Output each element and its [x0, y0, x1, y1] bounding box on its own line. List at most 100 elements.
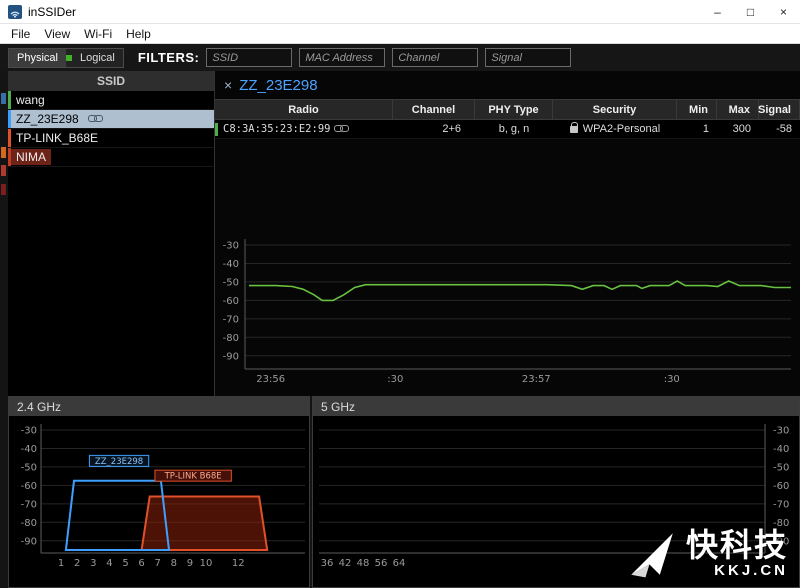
ssid-list-item[interactable]: wang: [8, 91, 214, 110]
ssid-column-header[interactable]: SSID: [8, 71, 214, 91]
svg-text:12: 12: [232, 558, 245, 569]
ssid-list-item[interactable]: NIMA: [8, 148, 214, 167]
edge-mark: [1, 93, 6, 104]
column-header-phy-type[interactable]: PHY Type: [475, 100, 553, 119]
svg-text:23:56: 23:56: [256, 374, 285, 385]
physical-logical-toggle: Physical Logical: [8, 48, 124, 68]
minimize-button[interactable]: –: [701, 0, 734, 23]
svg-text:-50: -50: [773, 462, 789, 473]
svg-text:10: 10: [200, 558, 213, 569]
ssid-list-item[interactable]: ZZ_23E298: [8, 110, 214, 129]
mac-address: C8:3A:35:23:E2:99: [223, 123, 330, 135]
edge-mark: [1, 165, 6, 176]
svg-text::30: :30: [387, 374, 403, 385]
column-header-signal[interactable]: Signal: [759, 100, 800, 119]
signal-time-graph: -30-40-50-60-70-80-9023:56:3023:57:30: [215, 233, 800, 388]
svg-text:48: 48: [357, 558, 370, 569]
menu-wifi[interactable]: Wi-Fi: [77, 27, 119, 41]
svg-text:8: 8: [171, 558, 177, 569]
menubar: FileViewWi-FiHelp: [0, 24, 800, 44]
channel-graph-24ghz: -30-40-50-60-70-80-901234567891012ZZ_23E…: [9, 416, 309, 587]
radio-row[interactable]: C8:3A:35:23:E2:99 2+6b, g, nWPA2-Personal…: [215, 120, 800, 139]
svg-text:-70: -70: [21, 499, 37, 510]
min-cell: 1: [677, 120, 717, 138]
svg-text:-40: -40: [223, 259, 239, 270]
detail-panel: × ZZ_23E298 RadioChannelPHY TypeSecurity…: [215, 71, 800, 396]
filter-input-signal[interactable]: [485, 48, 571, 67]
maximize-button[interactable]: □: [734, 0, 767, 23]
filter-input-mac-address[interactable]: [299, 48, 385, 67]
svg-text:4: 4: [106, 558, 112, 569]
link-icon: [88, 115, 102, 123]
panel-24ghz-header: 2.4 GHz: [9, 397, 309, 416]
svg-text:-50: -50: [21, 462, 37, 473]
radio-cell: C8:3A:35:23:E2:99: [215, 120, 393, 138]
ssid-label: ZZ_23E298: [11, 111, 84, 127]
watermark-cn: 快科技: [686, 529, 788, 563]
filters-label: FILTERS:: [138, 50, 200, 65]
ssid-label: wang: [11, 92, 50, 108]
svg-text:2: 2: [74, 558, 80, 569]
ssid-label: TP-LINK_B68E: [11, 130, 103, 146]
kkj-logo-icon: [626, 528, 678, 580]
svg-text:-80: -80: [21, 518, 37, 529]
filter-bar: Physical Logical FILTERS:: [0, 44, 800, 71]
svg-text:-80: -80: [223, 333, 239, 344]
phy-type-cell: b, g, n: [475, 120, 553, 138]
svg-text:-40: -40: [21, 444, 37, 455]
security-cell: WPA2-Personal: [553, 120, 677, 138]
svg-text:TP-LINK B68E: TP-LINK B68E: [164, 472, 222, 482]
column-header-channel[interactable]: Channel: [393, 100, 475, 119]
menu-help[interactable]: Help: [119, 27, 158, 41]
svg-text:-30: -30: [773, 426, 789, 437]
svg-text:-90: -90: [21, 536, 37, 547]
left-edge-strip: [0, 71, 8, 396]
edge-mark: [1, 147, 6, 158]
app-icon: [8, 5, 22, 19]
ssid-list: wang ZZ_23E298 TP-LINK_B68E NIMA: [8, 91, 214, 167]
tab-title: ZZ_23E298: [239, 77, 317, 94]
close-button[interactable]: ×: [767, 0, 800, 23]
channel-cell: 2+6: [393, 120, 475, 138]
svg-text:-70: -70: [773, 499, 789, 510]
svg-text:3: 3: [90, 558, 96, 569]
column-header-security[interactable]: Security: [553, 100, 677, 119]
svg-text:36: 36: [321, 558, 334, 569]
radio-table: RadioChannelPHY TypeSecurityMinMaxSignal…: [215, 99, 800, 139]
svg-text:-60: -60: [21, 481, 37, 492]
filter-input-ssid[interactable]: [206, 48, 292, 67]
window-controls: – □ ×: [701, 0, 800, 23]
svg-text:-40: -40: [773, 444, 789, 455]
svg-text:-50: -50: [223, 277, 239, 288]
column-header-radio[interactable]: Radio: [215, 100, 393, 119]
ssid-list-item[interactable]: TP-LINK_B68E: [8, 129, 214, 148]
svg-text:64: 64: [393, 558, 406, 569]
signal-cell: -58: [759, 120, 800, 138]
ssid-label: NIMA: [11, 149, 51, 165]
svg-text:7: 7: [155, 558, 161, 569]
svg-text:-90: -90: [223, 351, 239, 362]
svg-text:23:57: 23:57: [522, 374, 551, 385]
column-header-min[interactable]: Min: [677, 100, 717, 119]
svg-text:ZZ_23E298: ZZ_23E298: [95, 457, 143, 467]
titlebar: inSSIDer – □ ×: [0, 0, 800, 24]
detail-tab[interactable]: × ZZ_23E298: [215, 71, 800, 99]
window-title: inSSIDer: [28, 5, 76, 19]
toggle-logical[interactable]: Logical: [72, 49, 123, 67]
svg-text:-30: -30: [223, 241, 239, 252]
menu-file[interactable]: File: [4, 27, 37, 41]
lock-icon: [570, 126, 578, 133]
filter-input-channel[interactable]: [392, 48, 478, 67]
toggle-physical[interactable]: Physical: [9, 49, 66, 67]
panel-24ghz: 2.4 GHz -30-40-50-60-70-80-9012345678910…: [8, 396, 310, 588]
watermark-en: KKJ.CN: [714, 562, 788, 579]
tab-close-icon[interactable]: ×: [224, 77, 232, 93]
panel-5ghz-header: 5 GHz: [313, 397, 799, 416]
watermark-text: 快科技 KKJ.CN: [686, 529, 788, 580]
svg-text:9: 9: [187, 558, 193, 569]
menu-view[interactable]: View: [37, 27, 77, 41]
edge-mark: [1, 184, 6, 195]
svg-text:56: 56: [375, 558, 388, 569]
column-header-max[interactable]: Max: [717, 100, 759, 119]
max-cell: 300: [717, 120, 759, 138]
